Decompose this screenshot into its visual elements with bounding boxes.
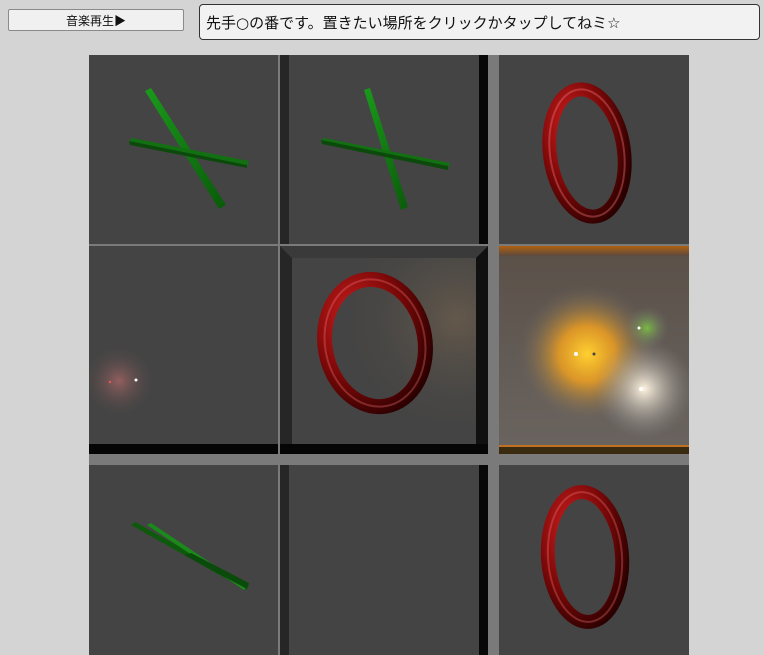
status-message: 先手○の番です。置きたい場所をクリックかタップしてねミ☆ [199,4,760,40]
board-cell-3[interactable] [499,55,689,244]
board-cell-4[interactable] [89,246,278,454]
board-cell-8[interactable] [280,465,488,655]
board-cell-5[interactable] [280,246,488,454]
o-mark [280,246,488,454]
game-board [89,55,689,655]
o-mark [542,82,632,224]
board-cell-7[interactable] [89,465,278,655]
empty-cell [280,465,488,655]
cell-glow [89,343,278,454]
music-play-button[interactable]: 音楽再生▶ [8,9,184,31]
x-mark [129,88,249,209]
x-mark [280,55,488,244]
board-cell-9[interactable] [499,465,689,655]
board-cell-2[interactable] [280,55,488,244]
o-mark [540,485,630,629]
board-cell-6[interactable] [499,246,689,454]
cell-glow [499,246,689,454]
board-cell-1[interactable] [89,55,278,244]
x-mark [131,522,249,590]
